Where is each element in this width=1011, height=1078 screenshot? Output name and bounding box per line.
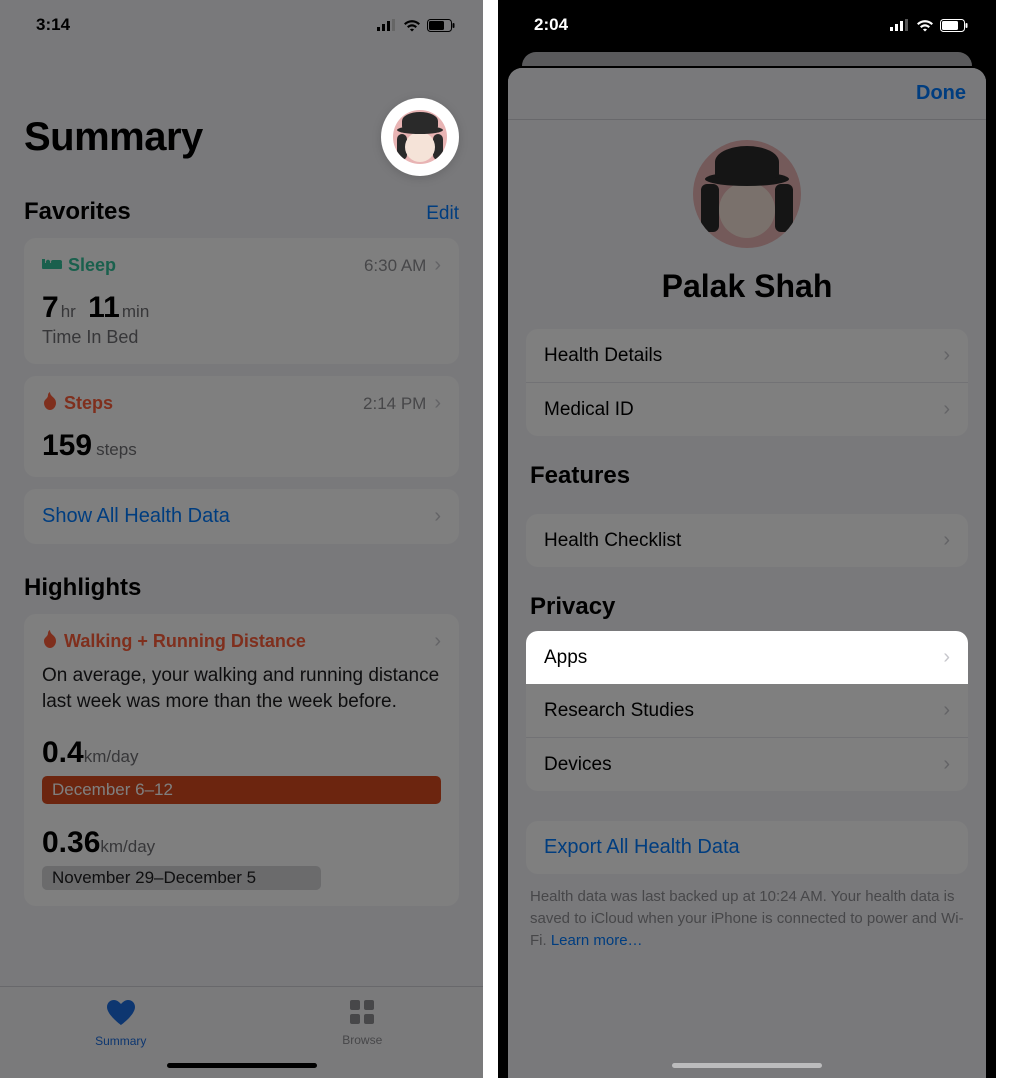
show-all-health-data-row[interactable]: Show All Health Data ›	[24, 489, 459, 544]
chevron-right-icon: ›	[434, 630, 441, 653]
home-indicator[interactable]	[672, 1063, 822, 1068]
status-time: 3:14	[36, 15, 70, 35]
research-studies-row[interactable]: Research Studies ›	[526, 684, 968, 738]
highlight-bar-1: December 6–12	[42, 776, 441, 804]
chevron-right-icon: ›	[943, 398, 950, 421]
show-all-label: Show All Health Data	[42, 505, 230, 528]
steps-card[interactable]: Steps 2:14 PM › 159steps	[24, 376, 459, 477]
profile-avatar-button[interactable]	[381, 98, 459, 176]
learn-more-link[interactable]: Learn more…	[551, 932, 643, 949]
steps-label: Steps	[64, 393, 113, 414]
sheet-background-card	[522, 52, 972, 66]
favorites-header: Favorites	[24, 198, 131, 226]
apps-row[interactable]: Apps ›	[526, 631, 968, 684]
status-bar: 2:04	[498, 0, 996, 50]
health-details-row[interactable]: Health Details ›	[526, 329, 968, 383]
health-checklist-row[interactable]: Health Checklist ›	[526, 514, 968, 567]
chevron-right-icon: ›	[434, 254, 441, 277]
tab-summary-label: Summary	[95, 1034, 146, 1048]
steps-value: 159	[42, 429, 92, 462]
sleep-timestamp: 6:30 AM	[364, 256, 426, 276]
chevron-right-icon: ›	[434, 505, 441, 528]
bed-icon	[42, 255, 62, 276]
highlights-header: Highlights	[24, 574, 141, 602]
sleep-sublabel: Time In Bed	[42, 327, 441, 348]
left-screenshot: 3:14 Summary Favorites Edit	[0, 0, 498, 1078]
export-health-data-row[interactable]: Export All Health Data	[526, 821, 968, 874]
features-header: Features	[530, 462, 964, 490]
highlight-value-1: 0.4	[42, 736, 84, 769]
status-icons	[890, 19, 968, 32]
highlight-value-2: 0.36	[42, 826, 100, 859]
profile-name: Palak Shah	[662, 268, 833, 305]
sleep-hours: 7	[42, 291, 59, 324]
privacy-header: Privacy	[530, 593, 964, 621]
sleep-label: Sleep	[68, 255, 116, 276]
grid-icon	[350, 1000, 374, 1029]
chevron-right-icon: ›	[943, 646, 950, 669]
chevron-right-icon: ›	[943, 529, 950, 552]
flame-icon	[42, 392, 58, 415]
done-button[interactable]: Done	[916, 82, 966, 105]
chevron-right-icon: ›	[943, 344, 950, 367]
heart-icon	[107, 1000, 135, 1030]
edit-favorites-button[interactable]: Edit	[426, 203, 459, 225]
highlight-name: Walking + Running Distance	[64, 631, 306, 652]
chevron-right-icon: ›	[943, 699, 950, 722]
tab-browse-label: Browse	[342, 1033, 382, 1047]
steps-timestamp: 2:14 PM	[363, 394, 426, 414]
highlight-body: On average, your walking and running dis…	[42, 663, 441, 714]
status-time: 2:04	[534, 15, 568, 35]
highlight-card[interactable]: Walking + Running Distance › On average,…	[24, 614, 459, 906]
status-bar: 3:14	[0, 0, 483, 50]
chevron-right-icon: ›	[943, 753, 950, 776]
devices-row[interactable]: Devices ›	[526, 738, 968, 791]
profile-sheet: Done Palak Shah Health Details › Medical…	[508, 68, 986, 1078]
flame-icon	[42, 630, 58, 653]
highlight-bar-2: November 29–December 5	[42, 866, 321, 890]
home-indicator[interactable]	[167, 1063, 317, 1068]
status-icons	[377, 19, 455, 32]
medical-id-row[interactable]: Medical ID ›	[526, 383, 968, 436]
avatar-icon	[393, 110, 447, 164]
page-title: Summary	[24, 115, 203, 160]
backup-footer: Health data was last backed up at 10:24 …	[508, 874, 986, 951]
right-screenshot: 2:04 Done Palak Shah Health Details › Me…	[498, 0, 996, 1078]
profile-avatar[interactable]	[693, 140, 801, 248]
sleep-minutes: 11	[88, 291, 120, 324]
sleep-card[interactable]: Sleep 6:30 AM › 7hr 11min Time In Bed	[24, 238, 459, 364]
chevron-right-icon: ›	[434, 392, 441, 415]
